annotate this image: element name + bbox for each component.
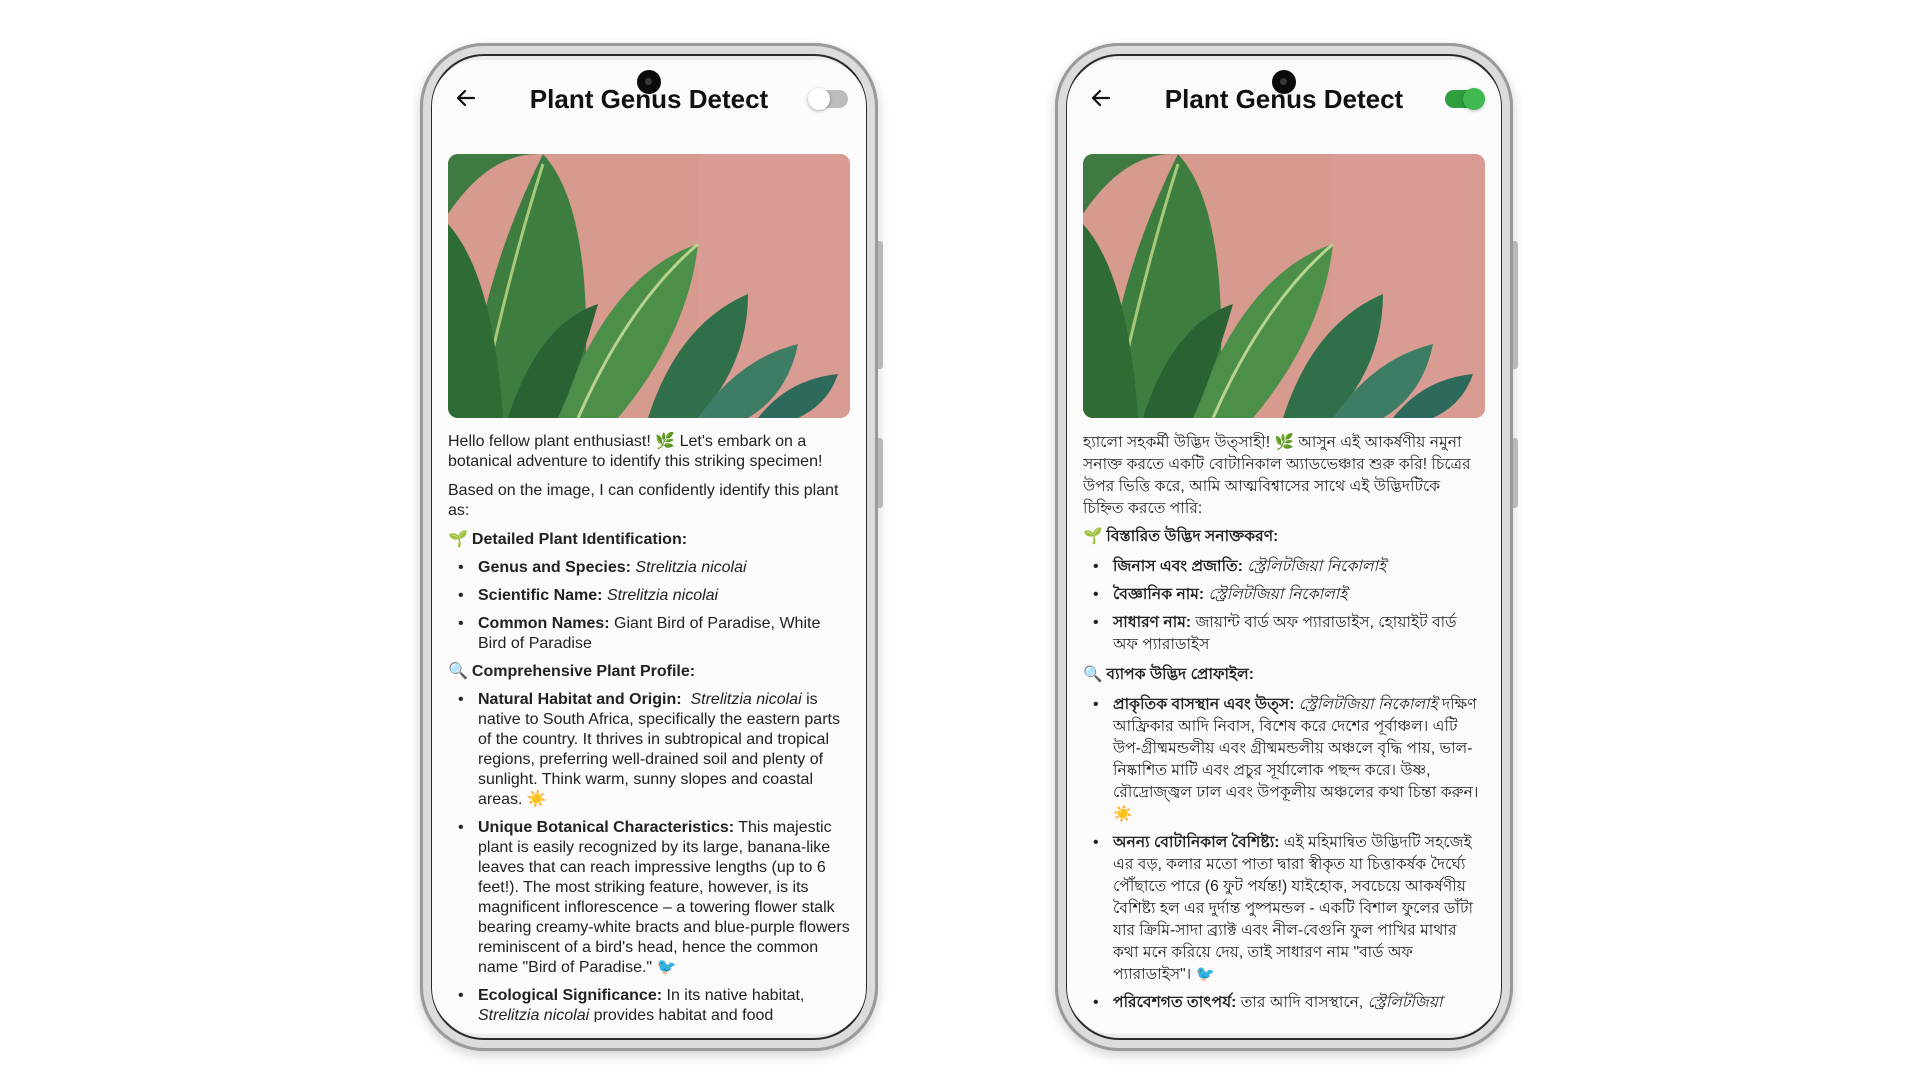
item-label: সাধারণ নাম: (1113, 614, 1192, 631)
bird-icon: 🐦 (656, 959, 677, 976)
toggle-knob (808, 88, 830, 110)
leaf-icon: 🌿 (1274, 434, 1294, 451)
volume-button (878, 241, 883, 369)
magnifier-icon: 🔍 (448, 663, 468, 680)
item-label: প্রাকৃতিক বাসস্থান এবং উত্স: (1113, 696, 1295, 713)
analysis-content: হ্যালো সহকর্মী উদ্ভিদ উত্সাহী! 🌿 আসুন এই… (1083, 432, 1485, 1022)
power-button (878, 438, 883, 508)
species-name: স্ট্রেলিটজিয়া নিকোলাই (1294, 696, 1438, 713)
heading-text: Detailed Plant Identification: (471, 531, 688, 548)
list-item: জিনাস এবং প্রজাতি: স্ট্রেলিটজিয়া নিকোলা… (1083, 556, 1485, 578)
list-item: পরিবেশগত তাৎপর্য: তার আদি বাসস্থানে, স্ট… (1083, 992, 1485, 1014)
item-label: অনন্য বোটানিকাল বৈশিষ্ট্য: (1113, 834, 1280, 851)
item-value: Strelitzia nicolai (606, 587, 719, 604)
seedling-icon: 🌱 (1083, 528, 1103, 545)
list-item: Common Names: Giant Bird of Paradise, Wh… (448, 614, 850, 654)
language-toggle[interactable] (1445, 88, 1485, 110)
heading-text: বিস্তারিত উদ্ভিদ সনাক্তকরণ: (1106, 528, 1279, 545)
section-heading-identification: 🌱 বিস্তারিত উদ্ভিদ সনাক্তকরণ: (1083, 526, 1485, 548)
item-label: Common Names: (478, 615, 610, 632)
list-item: Genus and Species: Strelitzia nicolai (448, 558, 850, 578)
section-heading-profile: 🔍 Comprehensive Plant Profile: (448, 662, 850, 682)
item-text: এই মহিমান্বিত উদ্ভিদটি সহজেই এর বড়, কলা… (1113, 834, 1474, 983)
item-value: স্ট্রেলিটজিয়া নিকোলাই (1242, 558, 1387, 575)
item-text: This majestic plant is easily recognized… (478, 819, 850, 976)
analysis-content: Hello fellow plant enthusiast! 🌿 Let's e… (448, 432, 850, 1022)
intro-text: হ্যালো সহকর্মী উদ্ভিদ উত্সাহী! 🌿 আসুন এই… (1083, 432, 1485, 520)
volume-button (1513, 241, 1518, 369)
magnifier-icon: 🔍 (1083, 666, 1103, 683)
profile-list: Natural Habitat and Origin: Strelitzia n… (448, 690, 850, 1022)
profile-list: প্রাকৃতিক বাসস্থান এবং উত্স: স্ট্রেলিটজি… (1083, 694, 1485, 1014)
plant-photo (448, 154, 850, 418)
intro-part: হ্যালো সহকর্মী উদ্ভিদ উত্সাহী! (1083, 434, 1275, 451)
plant-photo (1083, 154, 1485, 418)
screen-bengali: Plant Genus Detect হ্যালো সহকর্মী উদ্ভিদ… (1067, 60, 1501, 1034)
item-label: Scientific Name: (478, 587, 603, 604)
item-text: provides habitat and food (589, 1007, 774, 1022)
power-button (1513, 438, 1518, 508)
item-text: In its native habitat, (662, 987, 805, 1004)
bird-icon: 🐦 (1195, 966, 1216, 983)
toggle-knob (1463, 88, 1485, 110)
item-value: Strelitzia nicolai (635, 559, 747, 576)
item-label: Ecological Significance: (478, 987, 663, 1004)
sun-icon: ☀️ (1113, 806, 1133, 823)
item-label: Unique Botanical Characteristics: (478, 819, 735, 836)
identification-list: জিনাস এবং প্রজাতি: স্ট্রেলিটজিয়া নিকোলা… (1083, 556, 1485, 656)
list-item: সাধারণ নাম: জায়ান্ট বার্ড অফ প্যারাডাইস… (1083, 612, 1485, 656)
list-item: Ecological Significance: In its native h… (448, 986, 850, 1022)
front-camera (1272, 70, 1296, 94)
species-name: Strelitzia nicolai (690, 691, 802, 708)
list-item: Unique Botanical Characteristics: This m… (448, 818, 850, 978)
phone-english: Plant Genus Detect Hello fellow plant en… (420, 43, 883, 1051)
species-name: স্ট্রেলিটজিয়া (1367, 994, 1443, 1011)
item-label: জিনাস এবং প্রজাতি: (1113, 558, 1243, 575)
intro-text: Hello fellow plant enthusiast! 🌿 Let's e… (448, 433, 823, 470)
front-camera (637, 70, 661, 94)
section-heading-profile: 🔍 ব্যাপক উদ্ভিদ প্রোফাইল: (1083, 664, 1485, 686)
phone-bengali: Plant Genus Detect হ্যালো সহকর্মী উদ্ভিদ… (1055, 43, 1518, 1051)
sun-icon: ☀️ (526, 791, 547, 808)
list-item: Natural Habitat and Origin: Strelitzia n… (448, 690, 850, 810)
list-item: বৈজ্ঞানিক নাম: স্ট্রেলিটজিয়া নিকোলাই (1083, 584, 1485, 606)
item-text: তার আদি বাসস্থানে, (1236, 994, 1368, 1011)
list-item: অনন্য বোটানিকাল বৈশিষ্ট্য: এই মহিমান্বিত… (1083, 832, 1485, 986)
language-toggle[interactable] (808, 88, 848, 110)
heading-text: Comprehensive Plant Profile: (471, 663, 696, 680)
based-on-text: Based on the image, I can confidently id… (448, 482, 839, 519)
identification-list: Genus and Species: Strelitzia nicolai Sc… (448, 558, 850, 654)
list-item: Scientific Name: Strelitzia nicolai (448, 586, 850, 606)
species-name: Strelitzia nicolai (478, 1007, 590, 1022)
item-label: Natural Habitat and Origin: (478, 691, 682, 708)
heading-text: ব্যাপক উদ্ভিদ প্রোফাইল: (1106, 666, 1254, 683)
item-value: স্ট্রেলিটজিয়া নিকোলাই (1204, 586, 1348, 603)
screen-english: Plant Genus Detect Hello fellow plant en… (432, 60, 866, 1034)
item-label: বৈজ্ঞানিক নাম: (1113, 586, 1205, 603)
item-label: পরিবেশগত তাৎপর্য: (1113, 994, 1237, 1011)
seedling-icon: 🌱 (448, 531, 468, 548)
item-label: Genus and Species: (478, 559, 631, 576)
section-heading-identification: 🌱 Detailed Plant Identification: (448, 530, 850, 550)
list-item: প্রাকৃতিক বাসস্থান এবং উত্স: স্ট্রেলিটজি… (1083, 694, 1485, 826)
